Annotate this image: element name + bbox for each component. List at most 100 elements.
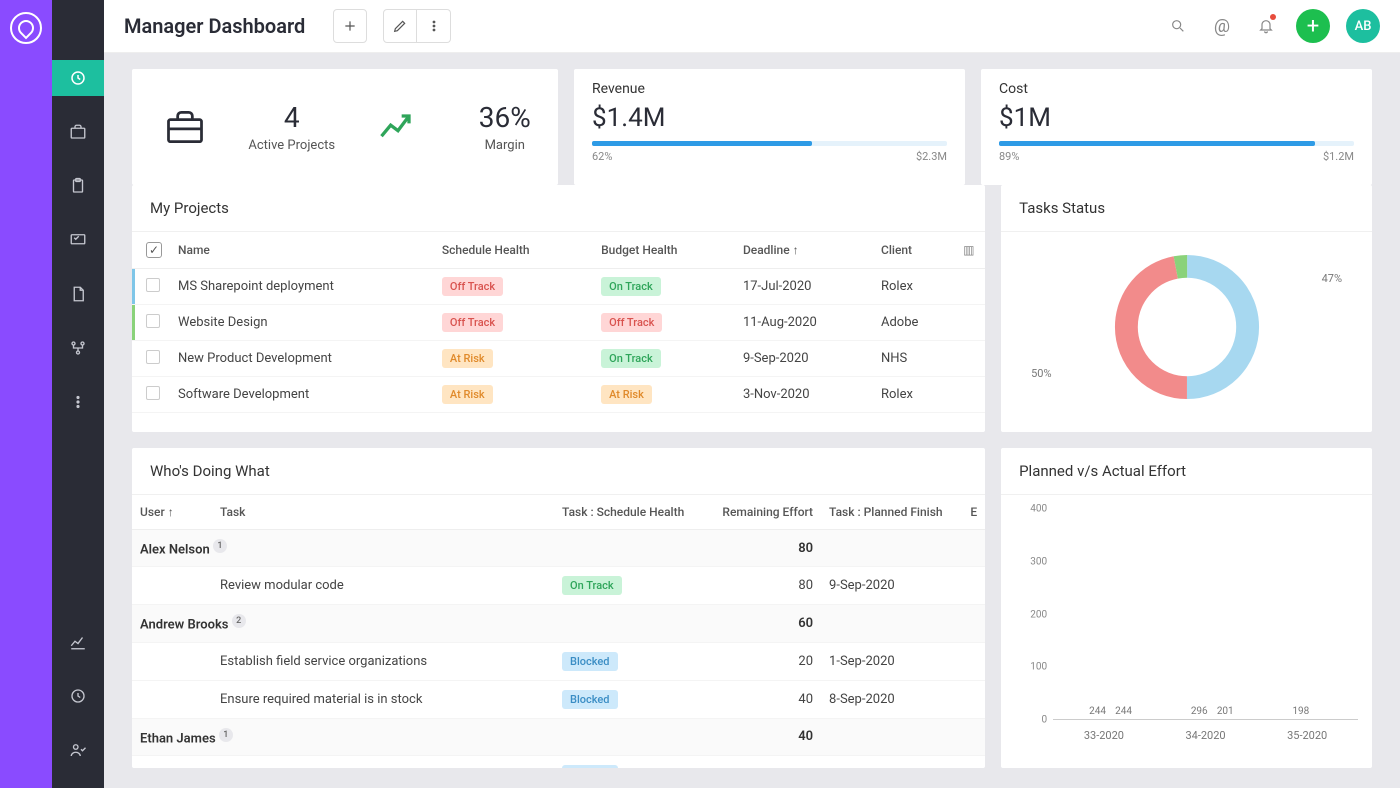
- x-label: 35-2020: [1287, 729, 1327, 742]
- cost-pct: 89%: [999, 150, 1019, 163]
- task-row[interactable]: Ensure required material is in stock Blo…: [132, 680, 985, 718]
- revenue-pct: 62%: [592, 150, 612, 163]
- page-title: Manager Dashboard: [124, 14, 305, 38]
- projects-table: ✓ Name Schedule Health Budget Health Dea…: [132, 232, 985, 413]
- user-group-row[interactable]: Ethan James 140: [132, 718, 985, 755]
- donut-label-47: 47%: [1322, 272, 1342, 285]
- row-checkbox[interactable]: [146, 314, 160, 328]
- project-client: Rolex: [873, 269, 955, 305]
- col-client[interactable]: Client: [873, 232, 955, 269]
- margin-label: Margin: [485, 138, 525, 153]
- bell-icon[interactable]: [1252, 12, 1280, 40]
- budget-pill: On Track: [601, 277, 661, 296]
- nav-item-briefcase[interactable]: [60, 114, 96, 150]
- table-row[interactable]: New Product Development At Risk On Track…: [132, 341, 985, 377]
- budget-pill: On Track: [601, 349, 661, 368]
- col-task[interactable]: Task: [212, 495, 554, 530]
- col-deadline[interactable]: Deadline ↑: [735, 232, 873, 269]
- task-finish: 7-Sep-2020: [821, 755, 962, 768]
- my-projects-title: My Projects: [132, 185, 985, 232]
- col-extra[interactable]: E: [962, 495, 985, 530]
- task-row[interactable]: Develop unit test plans using product sp…: [132, 755, 985, 768]
- active-projects-label: Active Projects: [248, 138, 335, 153]
- select-all-checkbox[interactable]: ✓: [146, 242, 162, 258]
- active-projects-value: 4: [284, 101, 300, 134]
- mention-icon[interactable]: @: [1208, 12, 1236, 40]
- whos-doing-what-card: Who's Doing What User ↑ Task Task : Sche…: [132, 448, 985, 768]
- col-user[interactable]: User ↑: [132, 495, 212, 530]
- budget-pill: Off Track: [601, 313, 662, 332]
- nav-item-user-check[interactable]: [60, 732, 96, 768]
- nav-rail: [52, 0, 104, 788]
- revenue-amount: $1.4M: [592, 103, 947, 133]
- nav-item-clipboard[interactable]: [60, 168, 96, 204]
- user-group-row[interactable]: Alex Nelson 180: [132, 530, 985, 567]
- project-deadline: 11-Aug-2020: [735, 305, 873, 341]
- task-finish: 9-Sep-2020: [821, 567, 962, 605]
- cost-title: Cost: [999, 81, 1354, 97]
- task-remaining: 20: [705, 642, 821, 680]
- project-client: Adobe: [873, 305, 955, 341]
- task-schedule-pill: Blocked: [562, 765, 617, 768]
- col-task-schedule[interactable]: Task : Schedule Health: [554, 495, 705, 530]
- kpi-summary-card: 4 Active Projects 36% Margin: [132, 69, 558, 185]
- task-schedule-pill: Blocked: [562, 652, 617, 671]
- task-name: Ensure required material is in stock: [212, 680, 554, 718]
- nav-item-more[interactable]: [60, 384, 96, 420]
- task-finish: 1-Sep-2020: [821, 642, 962, 680]
- task-finish: 8-Sep-2020: [821, 680, 962, 718]
- revenue-target: $2.3M: [916, 150, 947, 163]
- user-group-row[interactable]: Andrew Brooks 260: [132, 605, 985, 642]
- search-icon[interactable]: [1164, 12, 1192, 40]
- task-row[interactable]: Review modular code On Track 80 9-Sep-20…: [132, 567, 985, 605]
- whos-doing-what-title: Who's Doing What: [132, 448, 985, 495]
- col-schedule[interactable]: Schedule Health: [434, 232, 593, 269]
- col-budget[interactable]: Budget Health: [593, 232, 735, 269]
- nav-item-panel[interactable]: [60, 222, 96, 258]
- x-label: 34-2020: [1185, 729, 1225, 742]
- columns-icon[interactable]: ▥: [963, 243, 974, 257]
- project-name: New Product Development: [170, 341, 434, 377]
- task-count-badge: 1: [213, 539, 227, 553]
- who-table: User ↑ Task Task : Schedule Health Remai…: [132, 495, 985, 768]
- brand-logo[interactable]: [10, 12, 42, 44]
- schedule-pill: Off Track: [442, 313, 503, 332]
- edit-button[interactable]: [383, 9, 417, 43]
- row-checkbox[interactable]: [146, 278, 160, 292]
- project-deadline: 17-Jul-2020: [735, 269, 873, 305]
- budget-pill: At Risk: [601, 385, 652, 404]
- project-name: Software Development: [170, 377, 434, 413]
- nav-item-clock[interactable]: [60, 678, 96, 714]
- table-row[interactable]: Website Design Off Track Off Track 11-Au…: [132, 305, 985, 341]
- nav-item-branch[interactable]: [60, 330, 96, 366]
- col-finish[interactable]: Task : Planned Finish: [821, 495, 962, 530]
- donut-label-50: 50%: [1031, 367, 1051, 380]
- schedule-pill: At Risk: [442, 349, 493, 368]
- global-add-button[interactable]: +: [1296, 9, 1330, 43]
- add-button[interactable]: [333, 9, 367, 43]
- tasks-status-title: Tasks Status: [1001, 185, 1372, 232]
- margin-value: 36%: [479, 101, 531, 134]
- task-name: Review modular code: [212, 567, 554, 605]
- project-deadline: 3-Nov-2020: [735, 377, 873, 413]
- task-name: Develop unit test plans using product sp…: [212, 755, 554, 768]
- row-checkbox[interactable]: [146, 386, 160, 400]
- effort-chart: 0100200300400 244244296201198 33-202034-…: [1001, 495, 1372, 750]
- avatar[interactable]: AB: [1346, 9, 1380, 43]
- more-button[interactable]: [417, 9, 451, 43]
- task-remaining: 40: [705, 755, 821, 768]
- nav-item-document[interactable]: [60, 276, 96, 312]
- table-row[interactable]: MS Sharepoint deployment Off Track On Tr…: [132, 269, 985, 305]
- col-name[interactable]: Name: [170, 232, 434, 269]
- header: Manager Dashboard @ + AB: [104, 0, 1400, 53]
- cost-progress: [999, 141, 1354, 146]
- nav-item-analytics[interactable]: [60, 624, 96, 660]
- x-label: 33-2020: [1084, 729, 1124, 742]
- tasks-status-donut: 50% 47%: [1001, 232, 1372, 422]
- table-row[interactable]: Software Development At Risk At Risk 3-N…: [132, 377, 985, 413]
- col-remaining[interactable]: Remaining Effort: [705, 495, 821, 530]
- brand-rail: [0, 0, 52, 788]
- nav-item-dashboard[interactable]: [52, 60, 104, 96]
- task-row[interactable]: Establish field service organizations Bl…: [132, 642, 985, 680]
- row-checkbox[interactable]: [146, 350, 160, 364]
